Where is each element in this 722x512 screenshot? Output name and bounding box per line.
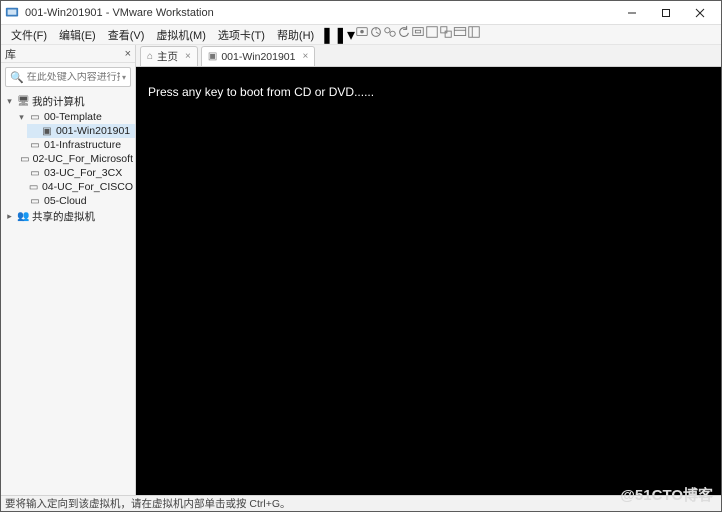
app-body: 库 × 🔍 ▾ ▾ 🖥 我的计算机 [1, 45, 721, 495]
home-icon: ⌂ [147, 51, 153, 62]
unity-icon[interactable] [439, 25, 453, 44]
menu-file[interactable]: 文件(F) [5, 25, 53, 45]
tree-root-my-computer[interactable]: ▾ 🖥 我的计算机 [3, 93, 135, 110]
tab-vm-001-win201901[interactable]: ▣ 001-Win201901 × [201, 46, 315, 66]
fit-guest-icon[interactable] [411, 25, 425, 44]
snapshot-icon[interactable] [369, 25, 383, 44]
tree-label: 001-Win201901 [56, 125, 130, 137]
console-text: Press any key to boot from CD or DVD....… [148, 85, 709, 99]
menu-view[interactable]: 查看(V) [102, 25, 151, 45]
search-input[interactable] [27, 72, 120, 83]
close-button[interactable] [683, 2, 717, 24]
vm-icon: ▣ [41, 126, 53, 137]
library-tree: ▾ 🖥 我的计算机 ▾ ▭ 00-Template [1, 91, 135, 495]
library-toggle-icon[interactable] [467, 25, 481, 44]
computer-icon: 🖥 [17, 96, 29, 107]
maximize-button[interactable] [649, 2, 683, 24]
library-sidebar: 库 × 🔍 ▾ ▾ 🖥 我的计算机 [1, 45, 136, 495]
folder-icon: ▭ [29, 112, 41, 123]
tree-folder-03-uc-3cx[interactable]: ▭03-UC_For_3CX [15, 166, 135, 180]
main-area: ⌂ 主页 × ▣ 001-Win201901 × Press any key t… [136, 45, 721, 495]
menu-edit[interactable]: 编辑(E) [53, 25, 102, 45]
tree-label: 05-Cloud [44, 195, 87, 207]
send-ctrl-alt-del-icon[interactable] [355, 25, 369, 44]
vm-icon: ▣ [208, 51, 217, 62]
search-dropdown-icon[interactable]: ▾ [122, 73, 126, 82]
tree-vm-001-win201901[interactable]: ▣ 001-Win201901 [27, 124, 135, 138]
tree-folder-05-cloud[interactable]: ▭05-Cloud [15, 194, 135, 208]
sidebar-search[interactable]: 🔍 ▾ [5, 67, 131, 87]
minimize-button[interactable] [615, 2, 649, 24]
tab-close-icon[interactable]: × [302, 51, 308, 62]
tree-folder-00-template[interactable]: ▾ ▭ 00-Template [15, 110, 135, 124]
status-bar: 要将输入定向到该虚拟机，请在虚拟机内部单击或按 Ctrl+G。 [1, 495, 721, 511]
tree-label: 01-Infrastructure [44, 139, 121, 151]
snapshot-manager-icon[interactable] [383, 25, 397, 44]
tree-label: 我的计算机 [32, 94, 85, 109]
status-text: 要将输入定向到该虚拟机，请在虚拟机内部单击或按 Ctrl+G。 [5, 496, 291, 511]
vm-console[interactable]: Press any key to boot from CD or DVD....… [136, 67, 721, 495]
sidebar-title: 库 [5, 46, 16, 62]
folder-icon: ▭ [20, 154, 29, 165]
menu-tabs[interactable]: 选项卡(T) [212, 25, 271, 45]
tree-label: 00-Template [44, 111, 102, 123]
window-title: 001-Win201901 - VMware Workstation [25, 7, 615, 19]
power-pause-button[interactable]: ❚❚▾ [320, 25, 355, 45]
folder-icon: ▭ [29, 140, 41, 151]
expand-toggle-icon[interactable]: ▾ [5, 96, 14, 107]
sidebar-close-icon[interactable]: × [125, 48, 131, 60]
tree-label: 04-UC_For_CISCO [42, 181, 133, 193]
menu-vm[interactable]: 虚拟机(M) [150, 25, 212, 45]
expand-toggle-icon[interactable]: ▾ [17, 112, 26, 123]
folder-icon: ▭ [28, 182, 39, 193]
tab-label: 主页 [157, 49, 178, 64]
tab-label: 001-Win201901 [221, 51, 295, 63]
tree-label: 共享的虚拟机 [32, 209, 95, 224]
window-controls [615, 2, 717, 24]
shared-icon: 👥 [17, 211, 29, 222]
search-icon: 🔍 [10, 71, 24, 84]
tab-home[interactable]: ⌂ 主页 × [140, 46, 198, 66]
tree-label: 03-UC_For_3CX [44, 167, 122, 179]
vmware-app-icon [5, 6, 19, 20]
folder-icon: ▭ [29, 196, 41, 207]
tree-folder-04-uc-cisco[interactable]: ▭04-UC_For_CISCO [15, 180, 135, 194]
tree-label: 02-UC_For_Microsoft [33, 153, 133, 165]
tree-folder-02-uc-microsoft[interactable]: ▭ 02-UC_For_Microsoft [15, 152, 135, 166]
tree-root-shared-vms[interactable]: ▸ 👥 共享的虚拟机 [3, 208, 135, 225]
expand-toggle-icon[interactable]: ▸ [5, 211, 14, 222]
tab-bar: ⌂ 主页 × ▣ 001-Win201901 × [136, 45, 721, 67]
revert-snapshot-icon[interactable] [397, 25, 411, 44]
fullscreen-icon[interactable] [425, 25, 439, 44]
sidebar-header: 库 × [1, 45, 135, 63]
app-window: 001-Win201901 - VMware Workstation 文件(F)… [0, 0, 722, 512]
console-view-icon[interactable] [453, 25, 467, 44]
menu-help[interactable]: 帮助(H) [271, 25, 320, 45]
folder-icon: ▭ [29, 168, 41, 179]
tab-close-icon[interactable]: × [185, 51, 191, 62]
title-bar: 001-Win201901 - VMware Workstation [1, 1, 721, 25]
tree-folder-01-infrastructure[interactable]: ▭01-Infrastructure [15, 138, 135, 152]
menu-bar: 文件(F) 编辑(E) 查看(V) 虚拟机(M) 选项卡(T) 帮助(H) ❚❚… [1, 25, 721, 45]
